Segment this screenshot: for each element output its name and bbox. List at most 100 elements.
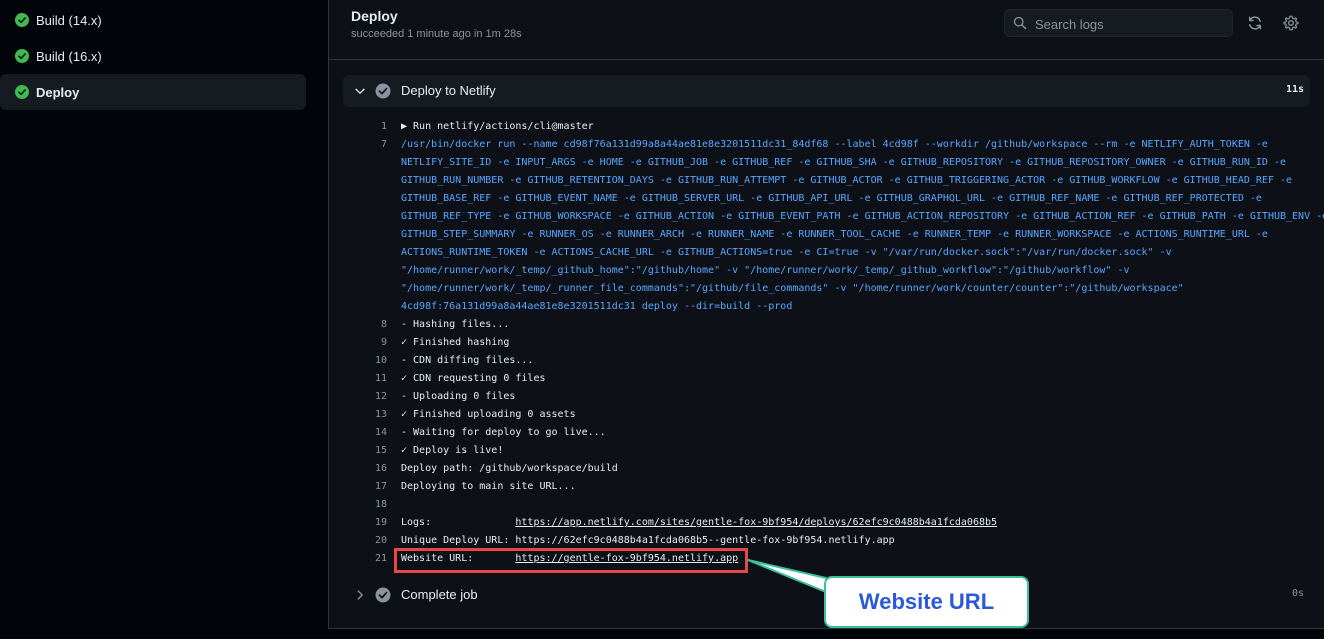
step-check-icon	[375, 587, 391, 603]
log-text: ✓ Finished uploading 0 assets	[401, 409, 576, 420]
log-line: "/home/runner/work/_temp/_runner_file_co…	[329, 280, 1324, 298]
log-line: 17 Deploying to main site URL...	[329, 478, 1324, 496]
step-label: Deploy to Netlify	[401, 83, 496, 98]
log-line-number: 12	[374, 391, 387, 402]
log-text: ✓ Finished hashing	[401, 337, 510, 348]
log-line-text: - Uploading 0 files	[401, 388, 515, 406]
chevron-right-icon	[357, 590, 363, 600]
log-line-number: 17	[374, 481, 387, 492]
log-line-text: ✓ Finished uploading 0 assets	[401, 406, 576, 424]
success-check-icon	[15, 85, 29, 99]
log-line: 13 ✓ Finished uploading 0 assets	[329, 406, 1324, 424]
sidebar-job-build-14[interactable]: Build (14.x)	[0, 2, 306, 38]
log-line-number: 18	[374, 499, 387, 510]
log-line: 1 ▶ Run netlify/actions/cli@master	[329, 118, 1324, 136]
log-line: GITHUB_RUN_NUMBER -e GITHUB_RETENTION_DA…	[329, 172, 1324, 190]
log-text: GITHUB_BASE_REF -e GITHUB_EVENT_NAME -e …	[401, 193, 1262, 204]
log-line: ACTIONS_RUNTIME_TOKEN -e ACTIONS_CACHE_U…	[329, 244, 1324, 262]
log-text: Deploy path: /github/workspace/build	[401, 463, 618, 474]
log-line: 19 Logs: https://app.netlify.com/sites/ge…	[329, 514, 1324, 532]
jobs-sidebar: Build (14.x) Build (16.x) Deploy	[0, 0, 320, 639]
log-line: 18	[329, 496, 1324, 514]
gear-icon[interactable]	[1283, 15, 1299, 31]
log-line: 12 - Uploading 0 files	[329, 388, 1324, 406]
log-line-text: GITHUB_RUN_NUMBER -e GITHUB_RETENTION_DA…	[401, 172, 1292, 190]
job-header: Deploy succeeded 1 minute ago in 1m 28s	[329, 0, 1324, 60]
step-label: Complete job	[401, 587, 478, 602]
job-log-panel: Deploy succeeded 1 minute ago in 1m 28s	[328, 0, 1324, 629]
sidebar-job-label: Build (14.x)	[36, 12, 102, 28]
website-url-highlight-box	[394, 548, 748, 573]
log-text: /usr/bin/docker run --name cd98f76a131d9…	[401, 139, 1268, 150]
log-text: ✓ Deploy is live!	[401, 445, 504, 456]
log-line: GITHUB_REF_TYPE -e GITHUB_WORKSPACE -e G…	[329, 208, 1324, 226]
log-text: GITHUB_REF_TYPE -e GITHUB_WORKSPACE -e G…	[401, 211, 1324, 222]
log-line: 9 ✓ Finished hashing	[329, 334, 1324, 352]
log-line-text: GITHUB_BASE_REF -e GITHUB_EVENT_NAME -e …	[401, 190, 1262, 208]
log-line-text: - Hashing files...	[401, 316, 509, 334]
log-line-number: 11	[374, 373, 387, 384]
step-duration: 0s	[1291, 588, 1304, 599]
log-line: 7/usr/bin/docker run --name cd98f76a131d…	[329, 136, 1324, 154]
log-line: 4cd98f:76a131d99a8a44ae81e8e3201511dc31 …	[329, 298, 1324, 316]
success-check-icon	[15, 13, 29, 27]
log-line-text: /usr/bin/docker run --name cd98f76a131d9…	[401, 136, 1268, 154]
refresh-icon[interactable]	[1247, 15, 1263, 31]
log-line-text: Logs: https://app.netlify.com/sites/gent…	[401, 514, 997, 532]
log-line: 11 ✓ CDN requesting 0 files	[329, 370, 1324, 388]
log-line-text: ✓ CDN requesting 0 files	[401, 370, 546, 388]
log-line: 8 - Hashing files...	[329, 316, 1324, 334]
search-logs-input[interactable]	[1033, 14, 1227, 34]
log-line: GITHUB_STEP_SUMMARY -e RUNNER_OS -e RUNN…	[329, 226, 1324, 244]
log-text: 4cd98f:76a131d99a8a44ae81e8e3201511dc31 …	[401, 301, 793, 312]
log-line: 16 Deploy path: /github/workspace/build	[329, 460, 1324, 478]
log-text: GITHUB_RUN_NUMBER -e GITHUB_RETENTION_DA…	[401, 175, 1293, 186]
log-line-number: 20	[374, 535, 387, 546]
log-line-number: 9	[380, 337, 387, 348]
log-text: ▶ Run netlify/actions/cli@master	[401, 121, 594, 132]
log-line: NETLIFY_SITE_ID -e INPUT_ARGS -e HOME -e…	[329, 154, 1324, 172]
log-text: Deploying to main site URL...	[401, 481, 576, 492]
log-line-text: ✓ Deploy is live!	[401, 442, 503, 460]
search-icon	[1013, 16, 1027, 30]
log-line-number: 7	[380, 139, 387, 150]
log-line-text: "/home/runner/work/_temp/_runner_file_co…	[401, 280, 1184, 298]
search-logs-box	[1004, 9, 1233, 37]
log-link[interactable]: https://app.netlify.com/sites/gentle-fox…	[515, 517, 997, 528]
log-text: - CDN diffing files...	[401, 355, 534, 366]
step-deploy-to-netlify[interactable]: Deploy to Netlify 11s	[343, 75, 1310, 107]
log-text: Logs:	[401, 517, 516, 528]
log-line-number: 14	[374, 427, 387, 438]
log-line-number: 10	[374, 355, 387, 366]
log-line: 14 - Waiting for deploy to go live...	[329, 424, 1324, 442]
log-line: "/home/runner/work/_temp/_github_home":"…	[329, 262, 1324, 280]
log-line-number: 21	[374, 553, 387, 564]
job-status-summary: succeeded 1 minute ago in 1m 28s	[351, 28, 522, 40]
log-line-number: 1	[380, 121, 387, 132]
log-line-text: 4cd98f:76a131d99a8a44ae81e8e3201511dc31 …	[401, 298, 792, 316]
log-text: "/home/runner/work/_temp/_github_home":"…	[401, 265, 1130, 276]
log-line-text: GITHUB_REF_TYPE -e GITHUB_WORKSPACE -e G…	[401, 208, 1324, 226]
log-line: GITHUB_BASE_REF -e GITHUB_EVENT_NAME -e …	[329, 190, 1324, 208]
sidebar-job-label: Deploy	[36, 84, 80, 100]
log-line-text: "/home/runner/work/_temp/_github_home":"…	[401, 262, 1129, 280]
log-text: Unique Deploy URL: https://62efc9c0488b4…	[401, 535, 895, 546]
sidebar-job-deploy[interactable]: Deploy	[0, 74, 306, 110]
log-text: - Hashing files...	[401, 319, 510, 330]
log-line-text: Deploy path: /github/workspace/build	[401, 460, 618, 478]
log-line-number: 8	[380, 319, 387, 330]
log-line-number: 19	[374, 517, 387, 528]
log-text: ACTIONS_RUNTIME_TOKEN -e ACTIONS_CACHE_U…	[401, 247, 1172, 258]
log-line: 15 ✓ Deploy is live!	[329, 442, 1324, 460]
log-line-number: 16	[374, 463, 387, 474]
log-line-text: ACTIONS_RUNTIME_TOKEN -e ACTIONS_CACHE_U…	[401, 244, 1172, 262]
callout-label: Website URL	[858, 589, 995, 614]
log-text: NETLIFY_SITE_ID -e INPUT_ARGS -e HOME -e…	[401, 157, 1287, 168]
log-line-number: 13	[374, 409, 387, 420]
log-line-text: GITHUB_STEP_SUMMARY -e RUNNER_OS -e RUNN…	[401, 226, 1268, 244]
log-text: "/home/runner/work/_temp/_runner_file_co…	[401, 283, 1184, 294]
success-check-icon	[15, 49, 29, 63]
sidebar-job-build-16[interactable]: Build (16.x)	[0, 38, 306, 74]
log-line-text: NETLIFY_SITE_ID -e INPUT_ARGS -e HOME -e…	[401, 154, 1286, 172]
log-line-text: Deploying to main site URL...	[401, 478, 576, 496]
